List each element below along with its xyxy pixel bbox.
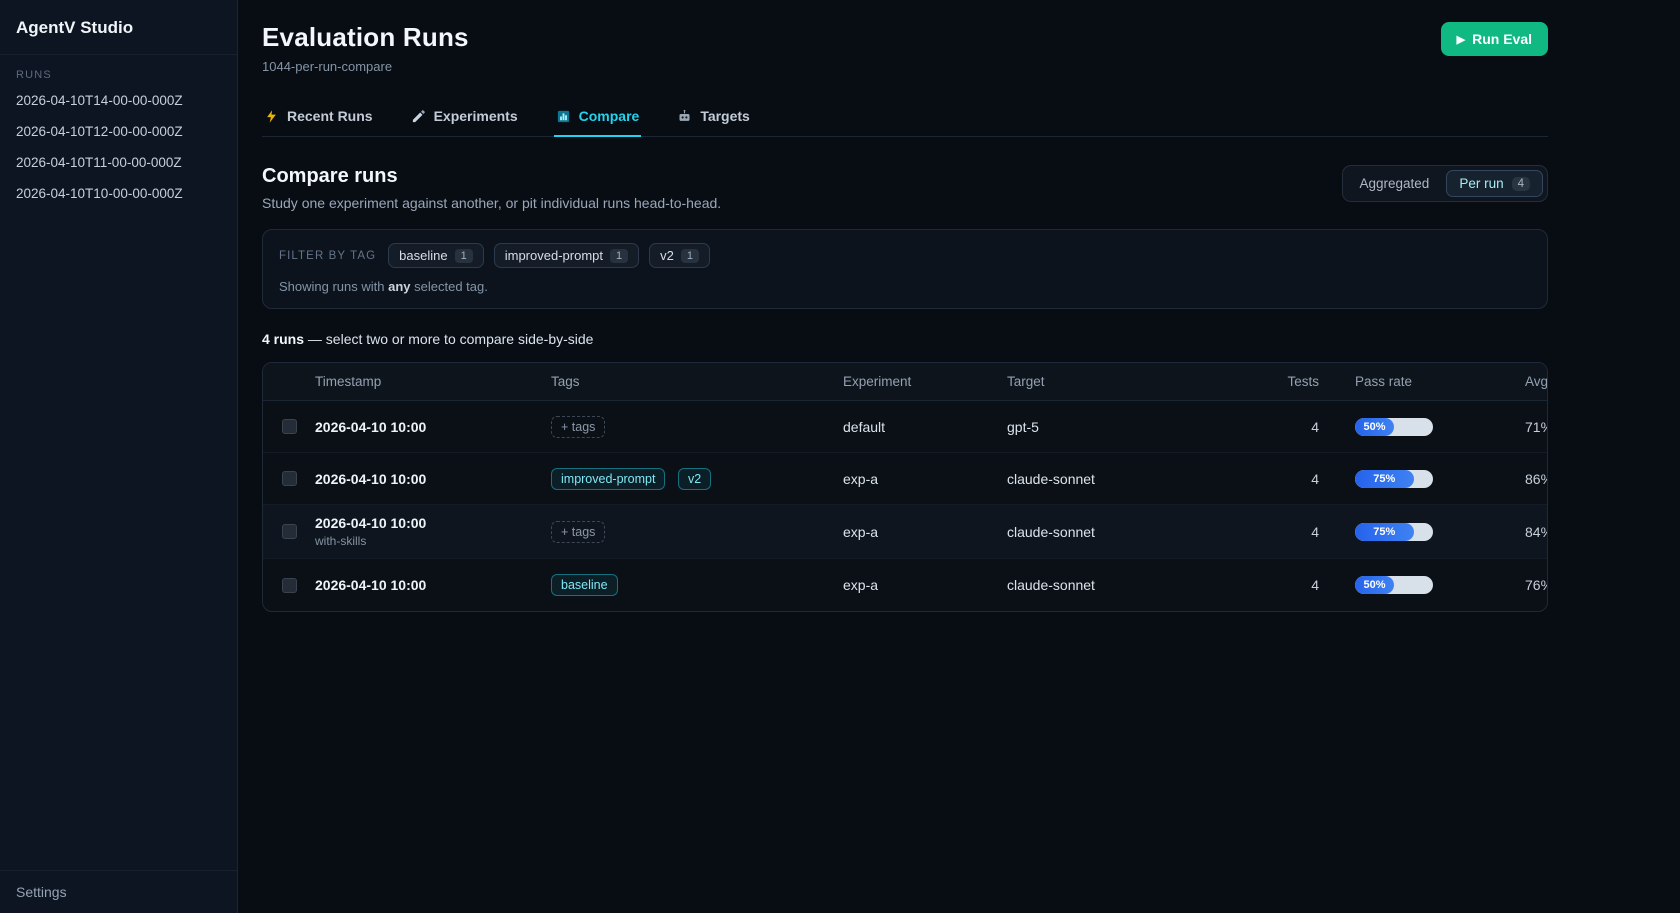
- run-sublabel: with-skills: [315, 534, 551, 548]
- compare-section-header: Compare runs Study one experiment agains…: [262, 165, 1548, 211]
- run-avg: 84%: [1525, 514, 1548, 550]
- col-avg: Avg: [1525, 363, 1548, 400]
- filter-note: Showing runs with any selected tag.: [279, 279, 1531, 294]
- sidebar-run-item[interactable]: 2026-04-10T14-00-00-000Z: [0, 85, 237, 116]
- run-target: claude-sonnet: [1007, 514, 1239, 550]
- tab-recent-runs[interactable]: Recent Runs: [262, 100, 375, 137]
- lightning-icon: [264, 109, 279, 124]
- filter-tag-v2[interactable]: v2 1: [649, 243, 710, 268]
- table-header-row: Timestamp Tags Experiment Target Tests P…: [263, 363, 1547, 401]
- run-tests: 4: [1239, 514, 1319, 550]
- run-avg: 71%: [1525, 409, 1548, 445]
- run-list: 2026-04-10T14-00-00-000Z 2026-04-10T12-0…: [0, 85, 237, 209]
- col-experiment: Experiment: [843, 363, 1007, 400]
- pass-rate-label: 75%: [1373, 473, 1395, 485]
- table-body: 2026-04-10 10:00 + tags default gpt-5 4 …: [263, 401, 1547, 611]
- add-tags-button[interactable]: + tags: [551, 416, 605, 438]
- sidebar-run-item[interactable]: 2026-04-10T12-00-00-000Z: [0, 116, 237, 147]
- run-tests: 4: [1239, 409, 1319, 445]
- page-header: Evaluation Runs 1044-per-run-compare ▶ R…: [262, 22, 1548, 74]
- table-row[interactable]: 2026-04-10 10:00 + tags default gpt-5 4 …: [263, 401, 1547, 453]
- col-pass-rate: Pass rate: [1355, 363, 1525, 400]
- pass-rate-bar: 50%: [1355, 418, 1433, 436]
- row-select-checkbox[interactable]: [282, 419, 297, 434]
- run-eval-label: Run Eval: [1472, 31, 1532, 47]
- filter-tag-baseline[interactable]: baseline 1: [388, 243, 484, 268]
- tab-experiments[interactable]: Experiments: [409, 100, 520, 137]
- run-tests: 4: [1239, 461, 1319, 497]
- aggregated-toggle-button[interactable]: Aggregated: [1347, 170, 1443, 197]
- robot-icon: [677, 109, 692, 124]
- row-select-checkbox[interactable]: [282, 471, 297, 486]
- table-row[interactable]: 2026-04-10 10:00 baseline exp-a claude-s…: [263, 559, 1547, 611]
- play-icon: ▶: [1457, 33, 1465, 46]
- compare-heading: Compare runs: [262, 165, 721, 188]
- run-experiment: exp-a: [843, 567, 1007, 603]
- pass-rate-bar: 75%: [1355, 523, 1433, 541]
- pass-rate-label: 50%: [1363, 421, 1385, 433]
- tab-bar: Recent Runs Experiments Compare: [262, 100, 1548, 137]
- per-run-toggle-button[interactable]: Per run 4: [1446, 170, 1543, 197]
- pass-rate-bar: 50%: [1355, 576, 1433, 594]
- row-select-checkbox[interactable]: [282, 524, 297, 539]
- app-title: AgentV Studio: [0, 0, 237, 55]
- run-target: claude-sonnet: [1007, 567, 1239, 603]
- run-eval-button[interactable]: ▶ Run Eval: [1441, 22, 1548, 56]
- run-tag-chip[interactable]: improved-prompt: [551, 468, 665, 490]
- sidebar-run-item[interactable]: 2026-04-10T11-00-00-000Z: [0, 147, 237, 178]
- run-timestamp: 2026-04-10 10:00: [315, 577, 551, 593]
- sidebar-section-label: RUNS: [0, 55, 237, 85]
- run-tag-chip[interactable]: baseline: [551, 574, 618, 596]
- row-select-checkbox[interactable]: [282, 578, 297, 593]
- run-avg: 86%: [1525, 461, 1548, 497]
- main-content: Evaluation Runs 1044-per-run-compare ▶ R…: [238, 0, 1680, 913]
- filter-by-tag-card: FILTER BY TAG baseline 1 improved-prompt…: [262, 229, 1548, 309]
- run-experiment: exp-a: [843, 461, 1007, 497]
- filter-tag-improved-prompt[interactable]: improved-prompt 1: [494, 243, 639, 268]
- filter-label: FILTER BY TAG: [279, 250, 376, 262]
- pass-rate-bar: 75%: [1355, 470, 1433, 488]
- run-tests: 4: [1239, 567, 1319, 603]
- run-avg: 76%: [1525, 567, 1548, 603]
- run-target: gpt-5: [1007, 409, 1239, 445]
- app-window: AgentV Studio RUNS 2026-04-10T14-00-00-0…: [0, 0, 1680, 913]
- pass-rate-label: 50%: [1363, 579, 1385, 591]
- col-timestamp: Timestamp: [315, 363, 551, 400]
- tag-count-badge: 1: [681, 249, 699, 263]
- page-subtitle: 1044-per-run-compare: [262, 59, 469, 74]
- compare-description: Study one experiment against another, or…: [262, 195, 721, 211]
- tab-targets[interactable]: Targets: [675, 100, 752, 137]
- tag-count-badge: 1: [610, 249, 628, 263]
- runs-table: Timestamp Tags Experiment Target Tests P…: [262, 362, 1548, 612]
- col-target: Target: [1007, 363, 1239, 400]
- view-mode-toggle: Aggregated Per run 4: [1342, 165, 1549, 202]
- sidebar-spacer: [0, 209, 237, 870]
- run-experiment: exp-a: [843, 514, 1007, 550]
- page-title: Evaluation Runs: [262, 22, 469, 53]
- run-experiment: default: [843, 409, 1007, 445]
- tab-compare[interactable]: Compare: [554, 100, 642, 137]
- runs-summary: 4 runs — select two or more to compare s…: [262, 331, 1548, 347]
- run-tag-chip[interactable]: v2: [678, 468, 711, 490]
- pass-rate-label: 75%: [1373, 526, 1395, 538]
- col-tests: Tests: [1239, 363, 1319, 400]
- sidebar: AgentV Studio RUNS 2026-04-10T14-00-00-0…: [0, 0, 238, 913]
- tag-count-badge: 1: [455, 249, 473, 263]
- run-timestamp: 2026-04-10 10:00: [315, 515, 551, 531]
- table-row[interactable]: 2026-04-10 10:00 with-skills + tags exp-…: [263, 505, 1547, 559]
- run-timestamp: 2026-04-10 10:00: [315, 471, 551, 487]
- per-run-count-badge: 4: [1512, 177, 1530, 191]
- run-target: claude-sonnet: [1007, 461, 1239, 497]
- sidebar-item-settings[interactable]: Settings: [0, 870, 237, 913]
- sidebar-run-item[interactable]: 2026-04-10T10-00-00-000Z: [0, 178, 237, 209]
- col-tags: Tags: [551, 363, 843, 400]
- table-row[interactable]: 2026-04-10 10:00 improved-prompt v2 exp-…: [263, 453, 1547, 505]
- bar-chart-icon: [556, 109, 571, 124]
- run-timestamp: 2026-04-10 10:00: [315, 419, 551, 435]
- pencil-icon: [411, 109, 426, 124]
- add-tags-button[interactable]: + tags: [551, 521, 605, 543]
